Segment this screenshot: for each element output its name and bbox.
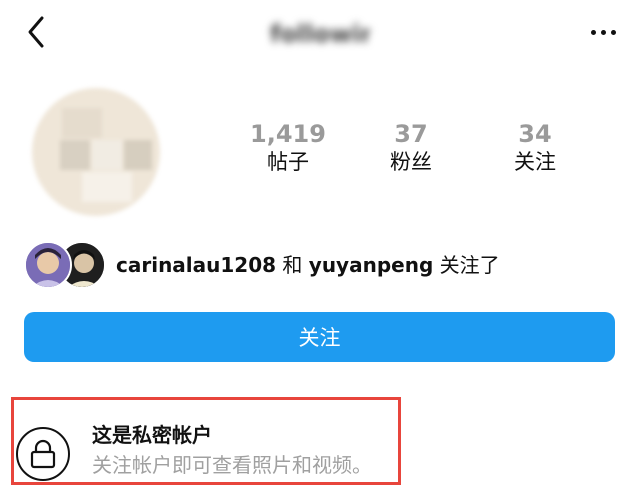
- more-options-button[interactable]: [584, 24, 616, 40]
- following-label: 关注: [514, 150, 556, 174]
- header-username: following: [270, 20, 370, 48]
- follow-button[interactable]: 关注: [24, 312, 615, 362]
- private-account-subtitle: 关注帐户即可查看照片和视频。: [92, 453, 372, 477]
- lock-icon-container: [16, 427, 70, 481]
- more-dot: [611, 29, 616, 35]
- following-stat[interactable]: 34 关注: [480, 120, 590, 176]
- private-account-title: 这是私密帐户: [92, 423, 212, 447]
- mutual-followers[interactable]: carinalau1208 和 yuyanpeng 关注了: [24, 240, 500, 290]
- chevron-left-icon: [28, 16, 44, 48]
- lock-icon: [30, 439, 56, 469]
- profile-avatar[interactable]: [32, 88, 160, 216]
- more-dot: [591, 29, 596, 35]
- mutual-suffix: 关注了: [433, 253, 500, 277]
- person-photo-icon: [26, 243, 70, 287]
- followers-stat[interactable]: 37 粉丝: [356, 120, 466, 176]
- more-dot: [601, 29, 606, 35]
- mutual-username-1[interactable]: carinalau1208: [116, 253, 276, 277]
- mutual-connector: 和: [276, 253, 309, 277]
- profile-page: following 1,419 帖子 37 粉丝 34 关注: [0, 0, 640, 504]
- followers-label: 粉丝: [390, 150, 432, 174]
- mutual-username-2[interactable]: yuyanpeng: [309, 253, 433, 277]
- followers-count: 37: [394, 120, 428, 148]
- following-count: 34: [518, 120, 552, 148]
- posts-label: 帖子: [267, 150, 309, 174]
- back-button[interactable]: [22, 14, 52, 50]
- posts-count: 1,419: [250, 120, 326, 148]
- mutual-followers-text: carinalau1208 和 yuyanpeng 关注了: [116, 251, 500, 279]
- mutual-avatar-1: [24, 241, 72, 289]
- posts-stat[interactable]: 1,419 帖子: [233, 120, 343, 176]
